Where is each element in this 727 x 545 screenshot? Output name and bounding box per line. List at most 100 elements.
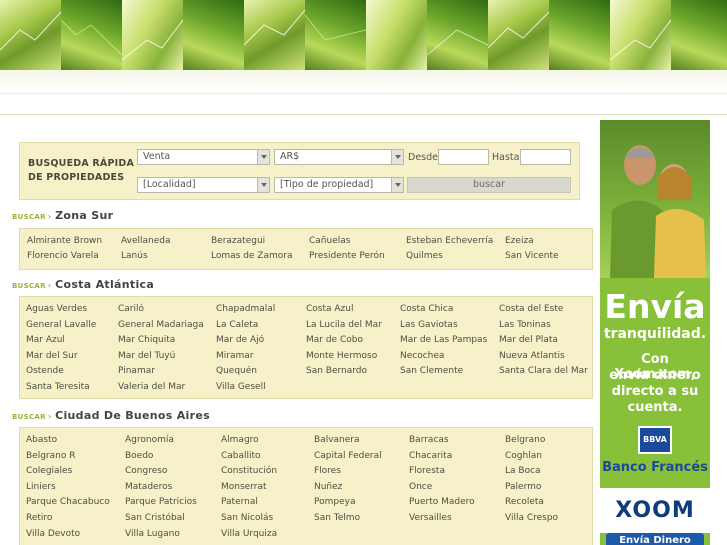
location-link[interactable]: San Vicente <box>505 251 559 261</box>
location-link[interactable]: San Clemente <box>400 366 463 376</box>
location-link[interactable]: Monte Hermoso <box>306 351 377 361</box>
location-link[interactable]: San Cristóbal <box>125 513 185 523</box>
location-link[interactable]: Cariló <box>118 304 144 314</box>
location-link[interactable]: Once <box>409 482 432 492</box>
location-link[interactable]: Cañuelas <box>309 236 350 246</box>
location-link[interactable]: Berazategui <box>211 236 265 246</box>
location-link[interactable]: Avellaneda <box>121 236 170 246</box>
location-link[interactable]: La Lucila del Mar <box>306 320 382 330</box>
banner-tile <box>305 0 366 70</box>
location-link[interactable]: Belgrano <box>505 435 545 445</box>
location-link[interactable]: Caballito <box>221 451 261 461</box>
location-link[interactable]: Mar de Ajó <box>216 335 264 345</box>
location-link[interactable]: Boedo <box>125 451 153 461</box>
location-link[interactable]: Floresta <box>409 466 445 476</box>
location-link[interactable]: Abasto <box>26 435 57 445</box>
location-link[interactable]: Las Gaviotas <box>400 320 458 330</box>
location-link[interactable]: Parque Chacabuco <box>26 497 110 507</box>
location-link[interactable]: Costa del Este <box>499 304 563 314</box>
location-link[interactable]: Barracas <box>409 435 449 445</box>
location-link[interactable]: Villa Gesell <box>216 382 266 392</box>
location-link[interactable]: General Lavalle <box>26 320 96 330</box>
location-link[interactable]: Presidente Perón <box>309 251 385 261</box>
location-link[interactable]: Ostende <box>26 366 64 376</box>
location-link[interactable]: Liniers <box>26 482 56 492</box>
location-link[interactable]: Almagro <box>221 435 259 445</box>
location-link[interactable]: Coghlan <box>505 451 542 461</box>
location-link[interactable]: Villa Lugano <box>125 529 180 539</box>
location-link[interactable]: Retiro <box>26 513 52 523</box>
location-link[interactable]: Capital Federal <box>314 451 382 461</box>
location-link[interactable]: Mar del Tuyú <box>118 351 175 361</box>
location-link[interactable]: Florencio Varela <box>27 251 99 261</box>
location-link[interactable]: Balvanera <box>314 435 360 445</box>
location-link[interactable]: Flores <box>314 466 341 476</box>
location-link[interactable]: Puerto Madero <box>409 497 475 507</box>
hasta-input[interactable] <box>520 149 571 165</box>
location-link[interactable]: Ezeiza <box>505 236 534 246</box>
location-link[interactable]: Mar de Cobo <box>306 335 363 345</box>
location-link[interactable]: Miramar <box>216 351 253 361</box>
location-link[interactable]: Congreso <box>125 466 167 476</box>
envia-dinero-button[interactable]: Envía Dinero <box>606 533 704 545</box>
location-link[interactable]: Mar del Sur <box>26 351 78 361</box>
search-button[interactable]: buscar <box>407 177 571 193</box>
location-link[interactable]: Mar del Plata <box>499 335 558 345</box>
location-link[interactable]: Chapadmalal <box>216 304 275 314</box>
location-link[interactable]: Lanús <box>121 251 148 261</box>
location-link[interactable]: Pompeya <box>314 497 355 507</box>
location-link[interactable]: Almirante Brown <box>27 236 102 246</box>
operation-select[interactable]: Venta <box>137 149 270 165</box>
section-heading-zona-sur: BUSCAR › Zona Sur <box>12 209 113 222</box>
header-strip <box>0 70 727 94</box>
location-link[interactable]: Mataderos <box>125 482 172 492</box>
banner-tile <box>366 0 427 70</box>
location-link[interactable]: La Caleta <box>216 320 258 330</box>
location-link[interactable]: Quequén <box>216 366 257 376</box>
location-link[interactable]: Villa Crespo <box>505 513 558 523</box>
location-link[interactable]: Agronomía <box>125 435 174 445</box>
location-link[interactable]: Nuñez <box>314 482 342 492</box>
location-link[interactable]: General Madariaga <box>118 320 204 330</box>
location-link[interactable]: Quilmes <box>406 251 443 261</box>
location-link[interactable]: Recoleta <box>505 497 544 507</box>
location-link[interactable]: Belgrano R <box>26 451 75 461</box>
location-link[interactable]: Colegiales <box>26 466 72 476</box>
location-link[interactable]: Constitución <box>221 466 277 476</box>
section-title: Ciudad De Buenos Aires <box>55 409 210 422</box>
location-link[interactable]: La Boca <box>505 466 541 476</box>
location-link[interactable]: Las Toninas <box>499 320 551 330</box>
location-link[interactable]: Necochea <box>400 351 444 361</box>
location-link[interactable]: Lomas de Zamora <box>211 251 292 261</box>
location-link[interactable]: Versailles <box>409 513 452 523</box>
location-link[interactable]: Valeria del Mar <box>118 382 185 392</box>
location-link[interactable]: Chacarita <box>409 451 452 461</box>
location-link[interactable]: San Telmo <box>314 513 360 523</box>
location-link[interactable]: San Nicolás <box>221 513 273 523</box>
location-link[interactable]: Monserrat <box>221 482 267 492</box>
locality-select[interactable]: [Localidad] <box>137 177 270 193</box>
location-link[interactable]: Parque Patricios <box>125 497 197 507</box>
quick-search-title-line: DE PROPIEDADES <box>28 172 125 183</box>
location-link[interactable]: Paternal <box>221 497 258 507</box>
location-link[interactable]: Mar de Las Pampas <box>400 335 487 345</box>
currency-select[interactable]: AR$ <box>274 149 404 165</box>
location-link[interactable]: San Bernardo <box>306 366 367 376</box>
location-link[interactable]: Mar Chiquita <box>118 335 175 345</box>
location-link[interactable]: Costa Azul <box>306 304 353 314</box>
location-link[interactable]: Esteban Echeverría <box>406 236 493 246</box>
desde-input[interactable] <box>438 149 489 165</box>
location-link[interactable]: Santa Teresita <box>26 382 90 392</box>
xoom-advertisement[interactable]: Envía tranquilidad. Con Xoom.com, envía … <box>600 120 710 545</box>
location-link[interactable]: Costa Chica <box>400 304 453 314</box>
location-link[interactable]: Santa Clara del Mar <box>499 366 588 376</box>
location-link[interactable]: Villa Devoto <box>26 529 80 539</box>
location-link[interactable]: Villa Urquiza <box>221 529 277 539</box>
quick-search-box: BUSQUEDA RÁPIDA DE PROPIEDADES Venta AR$… <box>19 142 580 200</box>
property-type-select[interactable]: [Tipo de propiedad] <box>274 177 404 193</box>
location-link[interactable]: Palermo <box>505 482 541 492</box>
location-link[interactable]: Aguas Verdes <box>26 304 87 314</box>
location-link[interactable]: Pinamar <box>118 366 155 376</box>
location-link[interactable]: Mar Azul <box>26 335 65 345</box>
location-link[interactable]: Nueva Atlantis <box>499 351 565 361</box>
